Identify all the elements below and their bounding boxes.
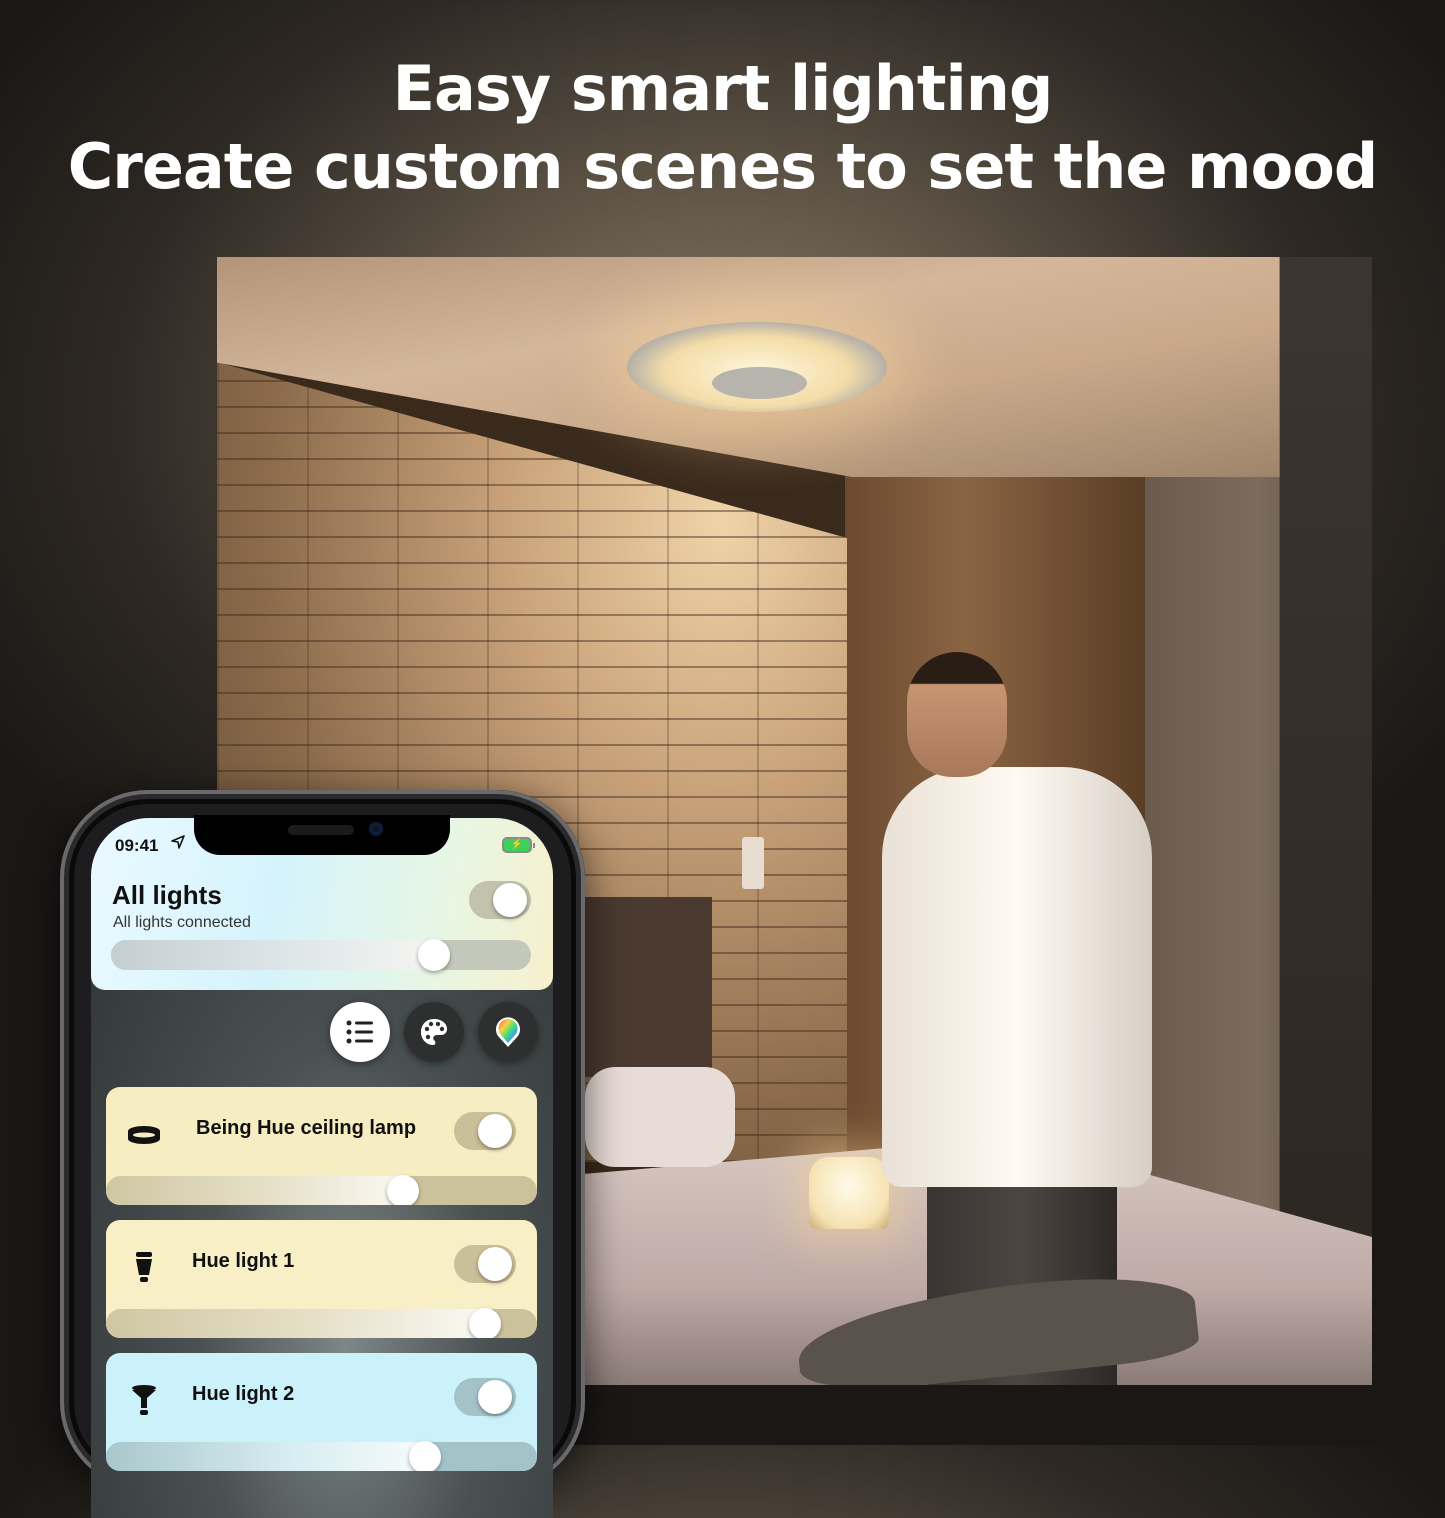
- person-shirt: [882, 767, 1152, 1187]
- light-card[interactable]: Hue light 1: [106, 1220, 537, 1338]
- light-card[interactable]: Hue light 2: [106, 1353, 537, 1471]
- light-slider-knob[interactable]: [408, 1441, 441, 1471]
- all-lights-subtitle: All lights connected: [113, 914, 251, 931]
- phone-speaker: [288, 825, 354, 835]
- ceiling-lamp: [627, 322, 887, 422]
- list-view-button[interactable]: [330, 1002, 390, 1062]
- phone-camera: [369, 822, 383, 836]
- headline-subtitle: Create custom scenes to set the mood: [67, 130, 1378, 203]
- table-lamp: [809, 1157, 889, 1229]
- location-arrow-icon: [171, 835, 185, 852]
- bulb-icon: [126, 1250, 162, 1286]
- all-lights-brightness-slider[interactable]: [111, 940, 531, 970]
- phone-notch: [194, 815, 450, 855]
- light-brightness-slider[interactable]: [106, 1442, 537, 1471]
- phone-screen: 09:41 ⚡ All lights All lights connected: [91, 818, 553, 1518]
- list-icon: [346, 1020, 373, 1044]
- light-card[interactable]: Being Hue ceiling lamp: [106, 1087, 537, 1205]
- color-picker-icon: [496, 1017, 520, 1047]
- light-toggle[interactable]: [454, 1112, 516, 1150]
- ceiling-lamp-icon: [126, 1117, 162, 1153]
- battery-tip: [533, 843, 535, 848]
- light-toggle[interactable]: [454, 1245, 516, 1283]
- light-name: Hue light 2: [192, 1383, 295, 1405]
- status-time: 09:41: [115, 836, 159, 855]
- light-brightness-slider[interactable]: [106, 1176, 537, 1205]
- light-name: Being Hue ceiling lamp: [196, 1117, 417, 1139]
- light-toggle[interactable]: [454, 1378, 516, 1416]
- light-slider-knob[interactable]: [469, 1308, 502, 1338]
- headboard: [582, 897, 712, 1077]
- light-switch: [742, 837, 764, 889]
- light-slider-knob[interactable]: [387, 1175, 420, 1205]
- spot-bulb-icon: [126, 1383, 162, 1419]
- person-head: [907, 652, 1007, 777]
- light-name: Hue light 1: [192, 1250, 295, 1272]
- palette-icon: [421, 1019, 447, 1045]
- color-view-button[interactable]: [478, 1002, 538, 1062]
- all-lights-toggle[interactable]: [469, 881, 531, 919]
- pillow: [585, 1067, 735, 1167]
- all-lights-title: All lights: [112, 880, 222, 910]
- scenes-view-button[interactable]: [404, 1002, 464, 1062]
- battery-charging-icon: ⚡: [504, 839, 530, 851]
- headline-title: Easy smart lighting: [392, 52, 1054, 125]
